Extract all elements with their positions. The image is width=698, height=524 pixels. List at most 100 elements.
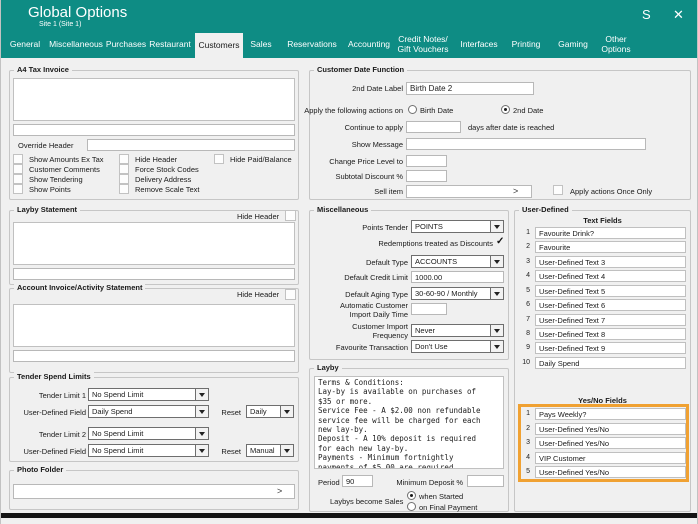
tab-reservations[interactable]: Reservations — [281, 32, 343, 58]
tab-general[interactable]: General — [7, 32, 43, 58]
sell-item-browse-button[interactable]: > — [513, 186, 518, 196]
points-tender-label: Points Tender — [291, 223, 408, 232]
close-icon[interactable]: ✕ — [673, 7, 684, 23]
tab-accounting[interactable]: Accounting — [345, 32, 393, 58]
second-date-radio-label: 2nd Date — [513, 106, 543, 115]
minimum-deposit-field[interactable] — [467, 475, 504, 487]
dropdown-arrow-icon[interactable] — [490, 325, 503, 336]
layby-terms-textarea[interactable]: Terms & Conditions: Lay-by is available … — [314, 376, 504, 469]
a4-header-textarea[interactable] — [13, 78, 295, 121]
text-field-1[interactable]: Favourite Drink? — [535, 227, 686, 239]
a4-footer-field[interactable] — [13, 124, 295, 136]
second-date-label: 2nd Date Label — [271, 84, 403, 93]
text-field-4[interactable]: User-Defined Text 4 — [535, 270, 686, 282]
change-price-level-label: Change Price Level to — [271, 157, 403, 166]
text-field-10[interactable]: Daily Spend — [535, 357, 686, 369]
tab-sales[interactable]: Sales — [245, 32, 277, 58]
show-points-checkbox[interactable] — [13, 184, 23, 194]
dropdown-arrow-icon[interactable] — [195, 389, 208, 400]
tab-interfaces[interactable]: Interfaces — [455, 32, 503, 58]
delivery-address-checkbox[interactable] — [119, 174, 129, 184]
points-tender-select[interactable]: POINTS — [411, 220, 504, 233]
layby-statement-footer-field[interactable] — [13, 268, 295, 280]
show-tendering-checkbox[interactable] — [13, 174, 23, 184]
tender-limit-1-select[interactable]: No Spend Limit — [88, 388, 209, 401]
on-final-payment-radio[interactable] — [407, 502, 416, 511]
tab-printing[interactable]: Printing — [507, 32, 545, 58]
user-defined-field-1-label: User-Defined Field — [6, 408, 86, 417]
dropdown-arrow-icon[interactable] — [490, 341, 503, 352]
dropdown-arrow-icon[interactable] — [490, 256, 503, 267]
text-field-number: 8 — [516, 330, 530, 337]
yes-no-field-2[interactable]: User-Defined Yes/No — [535, 423, 686, 435]
text-field-2[interactable]: Favourite — [535, 241, 686, 253]
reset-1-select[interactable]: Daily — [246, 405, 294, 418]
auto-import-time-field[interactable] — [411, 303, 447, 315]
import-frequency-select[interactable]: Never — [411, 324, 504, 337]
subtotal-discount-label: Subtotal Discount % — [271, 172, 403, 181]
second-date-radio[interactable] — [501, 105, 510, 114]
text-field-7[interactable]: User-Defined Text 7 — [535, 314, 686, 326]
hide-paid-balance-checkbox[interactable] — [214, 154, 224, 164]
show-amounts-ex-tax-checkbox[interactable] — [13, 154, 23, 164]
layby-hide-header-checkbox[interactable] — [285, 210, 296, 221]
user-defined-field-2-select[interactable]: No Spend Limit — [88, 444, 209, 457]
second-date-field[interactable]: Birth Date 2 — [406, 82, 534, 95]
tab-other-options[interactable]: Other Options — [597, 32, 635, 58]
reset-2-select[interactable]: Manual — [246, 444, 294, 457]
reset-1-label: Reset — [213, 408, 241, 417]
default-type-select[interactable]: ACCOUNTS — [411, 255, 504, 268]
account-statement-textarea[interactable] — [13, 304, 295, 347]
tab-purchases[interactable]: Purchases — [105, 32, 147, 58]
text-fields-header: Text Fields — [514, 216, 691, 225]
tender-limit-2-select[interactable]: No Spend Limit — [88, 427, 209, 440]
text-field-5[interactable]: User-Defined Text 5 — [535, 285, 686, 297]
layby-title: Layby — [314, 363, 342, 372]
apply-actions-once-checkbox[interactable] — [553, 185, 563, 195]
tab-miscellaneous[interactable]: Miscellaneous — [45, 32, 107, 58]
default-credit-limit-field[interactable]: 1000.00 — [411, 271, 504, 283]
user-defined-field-1-select[interactable]: Daily Spend — [88, 405, 209, 418]
tab-customers[interactable]: Customers — [195, 33, 243, 59]
show-message-field[interactable] — [406, 138, 646, 150]
site-subtitle: Site 1 (Site 1) — [39, 21, 81, 28]
account-statement-footer-field[interactable] — [13, 350, 295, 362]
customer-comments-checkbox[interactable] — [13, 164, 23, 174]
yes-no-field-5[interactable]: User-Defined Yes/No — [535, 466, 686, 478]
check-icon[interactable]: ✓ — [496, 236, 504, 247]
force-stock-codes-checkbox[interactable] — [119, 164, 129, 174]
text-field-8[interactable]: User-Defined Text 8 — [535, 328, 686, 340]
text-field-9[interactable]: User-Defined Text 9 — [535, 342, 686, 354]
when-started-radio[interactable] — [407, 491, 416, 500]
hide-header-checkbox[interactable] — [119, 154, 129, 164]
dropdown-arrow-icon[interactable] — [195, 406, 208, 417]
shrink-button[interactable]: S — [642, 7, 651, 22]
dropdown-arrow-icon[interactable] — [280, 445, 293, 456]
tab-credit-notes-gift-vouchers[interactable]: Credit Notes/ Gift Vouchers — [395, 32, 451, 58]
continue-to-apply-field[interactable] — [406, 121, 461, 133]
text-field-number: 9 — [516, 344, 530, 351]
layby-statement-textarea[interactable] — [13, 222, 295, 265]
period-field[interactable]: 90 — [342, 475, 373, 487]
text-field-3[interactable]: User-Defined Text 3 — [535, 256, 686, 268]
yes-no-field-1[interactable]: Pays Weekly? — [535, 408, 686, 420]
photo-folder-field[interactable] — [13, 484, 295, 499]
yes-no-field-3[interactable]: User-Defined Yes/No — [535, 437, 686, 449]
birth-date-radio[interactable] — [408, 105, 417, 114]
text-field-6[interactable]: User-Defined Text 6 — [535, 299, 686, 311]
override-header-field[interactable] — [87, 139, 295, 151]
dropdown-arrow-icon[interactable] — [195, 428, 208, 439]
subtotal-discount-field[interactable] — [406, 170, 447, 182]
dropdown-arrow-icon[interactable] — [195, 445, 208, 456]
dropdown-arrow-icon[interactable] — [490, 221, 503, 232]
remove-scale-text-checkbox[interactable] — [119, 184, 129, 194]
default-aging-type-select[interactable]: 30-60-90 / Monthly — [411, 287, 504, 300]
favourite-transaction-select[interactable]: Don't Use — [411, 340, 504, 353]
yes-no-field-4[interactable]: VIP Customer — [535, 452, 686, 464]
dropdown-arrow-icon[interactable] — [280, 406, 293, 417]
change-price-level-field[interactable] — [406, 155, 447, 167]
tab-restaurant[interactable]: Restaurant — [147, 32, 193, 58]
tab-gaming[interactable]: Gaming — [551, 32, 595, 58]
photo-folder-browse-button[interactable]: > — [277, 486, 282, 496]
dropdown-arrow-icon[interactable] — [490, 288, 503, 299]
